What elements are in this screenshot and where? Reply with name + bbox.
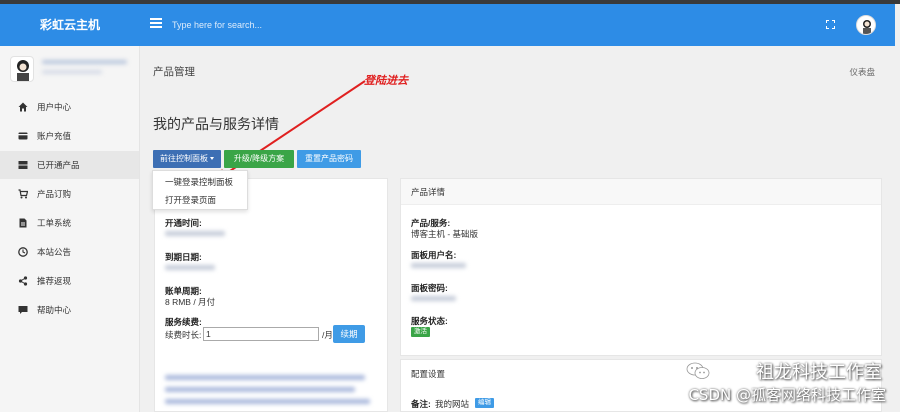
panel-username-label: 面板用户名:: [411, 250, 457, 260]
renew-label: 服务续费:: [165, 317, 202, 327]
hamburger-menu-icon[interactable]: [150, 18, 162, 28]
panel-username-redacted: [411, 263, 466, 268]
sidebar-avatar: [10, 56, 34, 82]
note-value: 我的网站: [435, 399, 470, 409]
sidebar-item-order[interactable]: 产品订购: [0, 180, 139, 208]
sidebar-item-label: 产品订购: [37, 189, 72, 199]
annotation-text: 登陆进去: [364, 75, 408, 87]
upgrade-plan-button[interactable]: 升级/降级方案: [224, 150, 294, 168]
reset-password-button[interactable]: 重置产品密码: [297, 150, 361, 168]
watermark-csdn: CSDN @孤客网络科技工作室: [688, 386, 886, 404]
server-icon: [18, 161, 28, 169]
sidebar-item-products-opened[interactable]: 已开通产品: [0, 151, 139, 179]
sidebar-item-label: 账户充值: [37, 131, 72, 141]
breadcrumb-dashboard[interactable]: 仪表盘: [849, 66, 875, 78]
config-settings-heading: 配置设置: [411, 369, 446, 379]
sidebar-item-label: 本站公告: [37, 247, 72, 257]
sidebar-item-tickets[interactable]: 工单系统: [0, 209, 139, 237]
product-details-panel: 产品详情 产品/服务: 博客主机 - 基础版 面板用户名: 面板密码: 服务状态…: [400, 178, 882, 356]
sidebar-item-label: 工单系统: [37, 218, 72, 228]
panel-password-redacted: [411, 296, 456, 301]
expire-date-value-redacted: [165, 265, 215, 270]
renew-duration-input[interactable]: [203, 327, 319, 341]
open-time-label: 开通时间:: [165, 218, 202, 228]
watermark-studio: 祖龙科技工作室: [756, 362, 882, 383]
product-value: 博客主机 - 基础版: [411, 229, 479, 239]
renew-unit: /月: [322, 330, 333, 340]
top-navbar: 彩虹云主机: [0, 4, 895, 46]
expire-date-label: 到期日期:: [165, 252, 202, 262]
page-title: 我的产品与服务详情: [153, 116, 279, 132]
fullscreen-icon[interactable]: [826, 20, 835, 29]
sidebar-item-user-center[interactable]: 用户中心: [0, 93, 139, 121]
brand-logo[interactable]: 彩虹云主机: [0, 4, 140, 46]
search-input[interactable]: [172, 16, 392, 34]
user-avatar[interactable]: [856, 15, 876, 35]
open-time-value-redacted: [165, 231, 225, 236]
service-status-label: 服务状态:: [411, 316, 448, 326]
sidebar-item-referral[interactable]: 推荐返现: [0, 267, 139, 295]
sidebar-user-card: [10, 56, 135, 86]
billing-cycle-value: 8 RMB / 月付: [165, 297, 216, 307]
control-panel-button-label: 前往控制面板: [160, 154, 208, 163]
product-details-heading: 产品详情: [401, 179, 881, 205]
sidebar-item-label: 已开通产品: [37, 160, 80, 170]
wechat-icon: [686, 362, 710, 379]
sidebar-item-announcements[interactable]: 本站公告: [0, 238, 139, 266]
dropdown-item-one-click-login[interactable]: 一键登录控制面板: [153, 173, 247, 191]
sidebar-item-label: 帮助中心: [37, 305, 72, 315]
panel-password-label: 面板密码:: [411, 283, 448, 293]
document-icon: [19, 218, 27, 228]
dropdown-item-open-login-page[interactable]: 打开登录页面: [153, 191, 247, 209]
sidebar-item-recharge[interactable]: 账户充值: [0, 122, 139, 150]
redacted-line-3: [165, 399, 370, 404]
page-header: 产品管理: [153, 66, 195, 78]
status-badge: 激活: [411, 327, 430, 337]
sidebar-item-label: 用户中心: [37, 102, 72, 112]
home-icon: [18, 102, 28, 112]
sidebar-item-help[interactable]: 帮助中心: [0, 296, 139, 324]
service-info-panel: 开通时间: 到期日期: 账单周期: 8 RMB / 月付 服务续费: 续费时长:…: [154, 178, 388, 412]
sidebar-item-label: 推荐返现: [37, 276, 72, 286]
redacted-line-1: [165, 375, 365, 380]
sidebar-username-redacted: [42, 60, 132, 74]
control-panel-dropdown-button[interactable]: 前往控制面板: [153, 150, 221, 168]
credit-card-icon: [18, 132, 28, 140]
share-icon: [18, 276, 28, 286]
control-panel-dropdown-menu: 一键登录控制面板 打开登录页面: [152, 170, 248, 210]
note-label: 备注:: [411, 399, 431, 409]
renew-duration-label: 续费时长:: [165, 330, 202, 340]
sidebar: 用户中心 账户充值 已开通产品 产品订购 工单系统 本站公告 推荐返现 帮助中心: [0, 46, 140, 412]
clock-icon: [18, 247, 28, 257]
renew-button[interactable]: 续期: [333, 325, 365, 343]
cart-icon: [18, 189, 28, 199]
edit-note-button[interactable]: 编辑: [475, 398, 494, 408]
chat-icon: [18, 306, 28, 314]
redacted-line-2: [165, 387, 355, 392]
caret-down-icon: [210, 157, 214, 161]
